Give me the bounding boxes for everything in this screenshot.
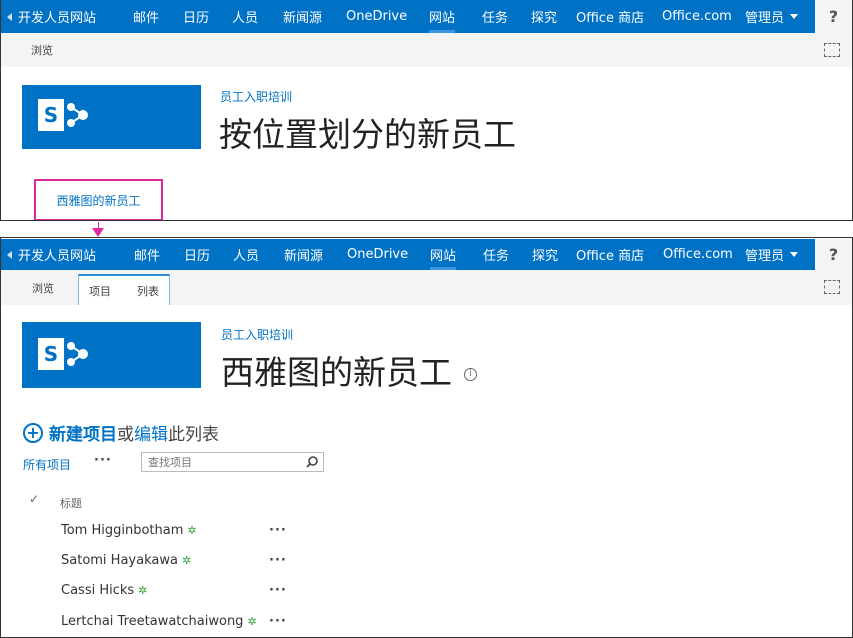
breadcrumb[interactable]: 员工入职培训: [221, 326, 293, 343]
nav-explore[interactable]: 探究: [532, 239, 558, 270]
search-icon[interactable]: [306, 456, 318, 468]
nav-admin[interactable]: 管理员: [745, 239, 799, 270]
tab-list[interactable]: 列表: [137, 283, 159, 299]
nav-office-store[interactable]: Office 商店: [576, 0, 644, 33]
search-box: [141, 452, 324, 472]
list-item-title[interactable]: Satomi Hayakawa: [61, 553, 178, 568]
sharepoint-dots-icon: [67, 103, 88, 127]
new-item-icon: ✲: [181, 554, 192, 567]
site-logo[interactable]: S: [22, 85, 201, 149]
ribbon: 浏览: [1, 33, 852, 67]
tab-browse[interactable]: 浏览: [32, 270, 54, 305]
back-label: 开发人员网站: [18, 249, 97, 264]
back-label: 开发人员网站: [18, 11, 97, 26]
tab-browse[interactable]: 浏览: [31, 33, 53, 67]
suite-bar: 开发人员网站 邮件 日历 人员 新闻源 OneDrive 网站 任务 探究 Of…: [1, 0, 852, 33]
panel-list-page: 开发人员网站 邮件 日历 人员 新闻源 OneDrive 网站 任务 探究 Of…: [0, 237, 853, 638]
sharepoint-logo-icon: S: [38, 99, 64, 131]
nav-mail[interactable]: 邮件: [134, 239, 160, 270]
panel-site-page: 开发人员网站 邮件 日历 人员 新闻源 OneDrive 网站 任务 探究 Of…: [0, 0, 853, 221]
nav-sites[interactable]: 网站: [430, 239, 457, 270]
callout-arrow-icon: [92, 228, 104, 237]
nav-explore[interactable]: 探究: [531, 0, 557, 33]
back-arrow-icon: [7, 12, 12, 21]
list-item[interactable]: Tom Higginbotham ✲: [61, 523, 197, 538]
ribbon: 浏览 项目 列表: [1, 270, 852, 305]
page-title: 按位置划分的新员工: [219, 115, 516, 154]
new-item-icon: ✲: [187, 524, 197, 537]
list-item-title[interactable]: Lertchai Treetawatchaiwong: [61, 614, 243, 629]
focus-content-icon[interactable]: [824, 280, 840, 294]
site-logo[interactable]: S: [22, 322, 201, 388]
item-menu-ellipsis-icon[interactable]: ···: [269, 583, 287, 598]
nav-onedrive[interactable]: OneDrive: [347, 239, 408, 270]
back-to-developer-site[interactable]: 开发人员网站: [7, 0, 96, 33]
chevron-down-icon: [790, 252, 799, 257]
nav-people[interactable]: 人员: [232, 0, 258, 33]
sharepoint-dots-icon: [67, 342, 88, 366]
nav-newsfeed[interactable]: 新闻源: [284, 239, 323, 270]
new-item-link[interactable]: 新建项目: [49, 420, 117, 445]
quick-launch-seattle-link[interactable]: 西雅图的新员工: [34, 179, 163, 220]
item-menu-ellipsis-icon[interactable]: ···: [269, 523, 287, 538]
sharepoint-logo-icon: S: [38, 338, 64, 370]
info-icon[interactable]: i: [464, 368, 477, 381]
nav-office-store[interactable]: Office 商店: [576, 239, 644, 270]
ribbon-context-tabs: 项目 列表: [78, 274, 170, 305]
tab-items[interactable]: 项目: [89, 283, 111, 299]
select-all-checkmark-icon[interactable]: ✓: [29, 492, 39, 506]
breadcrumb[interactable]: 员工入职培训: [220, 88, 292, 105]
nav-tasks[interactable]: 任务: [482, 0, 508, 33]
more-views-ellipsis-icon[interactable]: ···: [94, 453, 112, 468]
search-input[interactable]: [146, 455, 300, 470]
nav-calendar[interactable]: 日历: [184, 239, 210, 270]
edit-link[interactable]: 编辑: [134, 420, 168, 445]
list-item-title[interactable]: Tom Higginbotham: [61, 523, 183, 538]
plus-circle-icon[interactable]: +: [23, 422, 43, 443]
column-header-title[interactable]: 标题: [60, 495, 82, 511]
this-list-text: 此列表: [168, 425, 219, 445]
list-item[interactable]: Cassi Hicks ✲: [61, 583, 147, 598]
back-arrow-icon: [7, 250, 12, 259]
back-to-developer-site[interactable]: 开发人员网站: [7, 239, 96, 270]
list-item[interactable]: Satomi Hayakawa ✲: [61, 553, 191, 568]
new-item-icon: ✲: [247, 615, 257, 628]
help-button[interactable]: ?: [815, 239, 852, 270]
list-item[interactable]: Lertchai Treetawatchaiwong ✲: [61, 614, 257, 629]
focus-content-icon[interactable]: [824, 43, 840, 57]
nav-tasks[interactable]: 任务: [483, 239, 509, 270]
nav-office-com[interactable]: Office.com: [662, 0, 732, 33]
item-menu-ellipsis-icon[interactable]: ···: [269, 614, 287, 629]
admin-label: 管理员: [745, 11, 785, 26]
nav-sites[interactable]: 网站: [429, 0, 456, 33]
nav-office-com[interactable]: Office.com: [663, 239, 733, 270]
chevron-down-icon: [790, 14, 799, 19]
item-menu-ellipsis-icon[interactable]: ···: [269, 553, 287, 568]
nav-mail[interactable]: 邮件: [133, 0, 159, 33]
nav-admin[interactable]: 管理员: [745, 0, 799, 33]
help-button[interactable]: ?: [815, 0, 852, 33]
suite-bar: 开发人员网站 邮件 日历 人员 新闻源 OneDrive 网站 任务 探究 Of…: [1, 239, 852, 270]
or-text: 或: [117, 425, 134, 445]
page-title: 西雅图的新员工: [221, 353, 452, 392]
admin-label: 管理员: [745, 249, 785, 264]
page-title-wrap: 西雅图的新员工 i: [221, 346, 477, 394]
list-item-title[interactable]: Cassi Hicks: [61, 583, 134, 598]
view-all-items[interactable]: 所有项目: [23, 456, 71, 473]
new-item-icon: ✲: [138, 584, 148, 597]
nav-calendar[interactable]: 日历: [183, 0, 209, 33]
nav-onedrive[interactable]: OneDrive: [346, 0, 407, 33]
new-item-bar: + 新建项目 或 编辑 此列表: [23, 420, 219, 445]
nav-newsfeed[interactable]: 新闻源: [283, 0, 322, 33]
nav-people[interactable]: 人员: [233, 239, 259, 270]
